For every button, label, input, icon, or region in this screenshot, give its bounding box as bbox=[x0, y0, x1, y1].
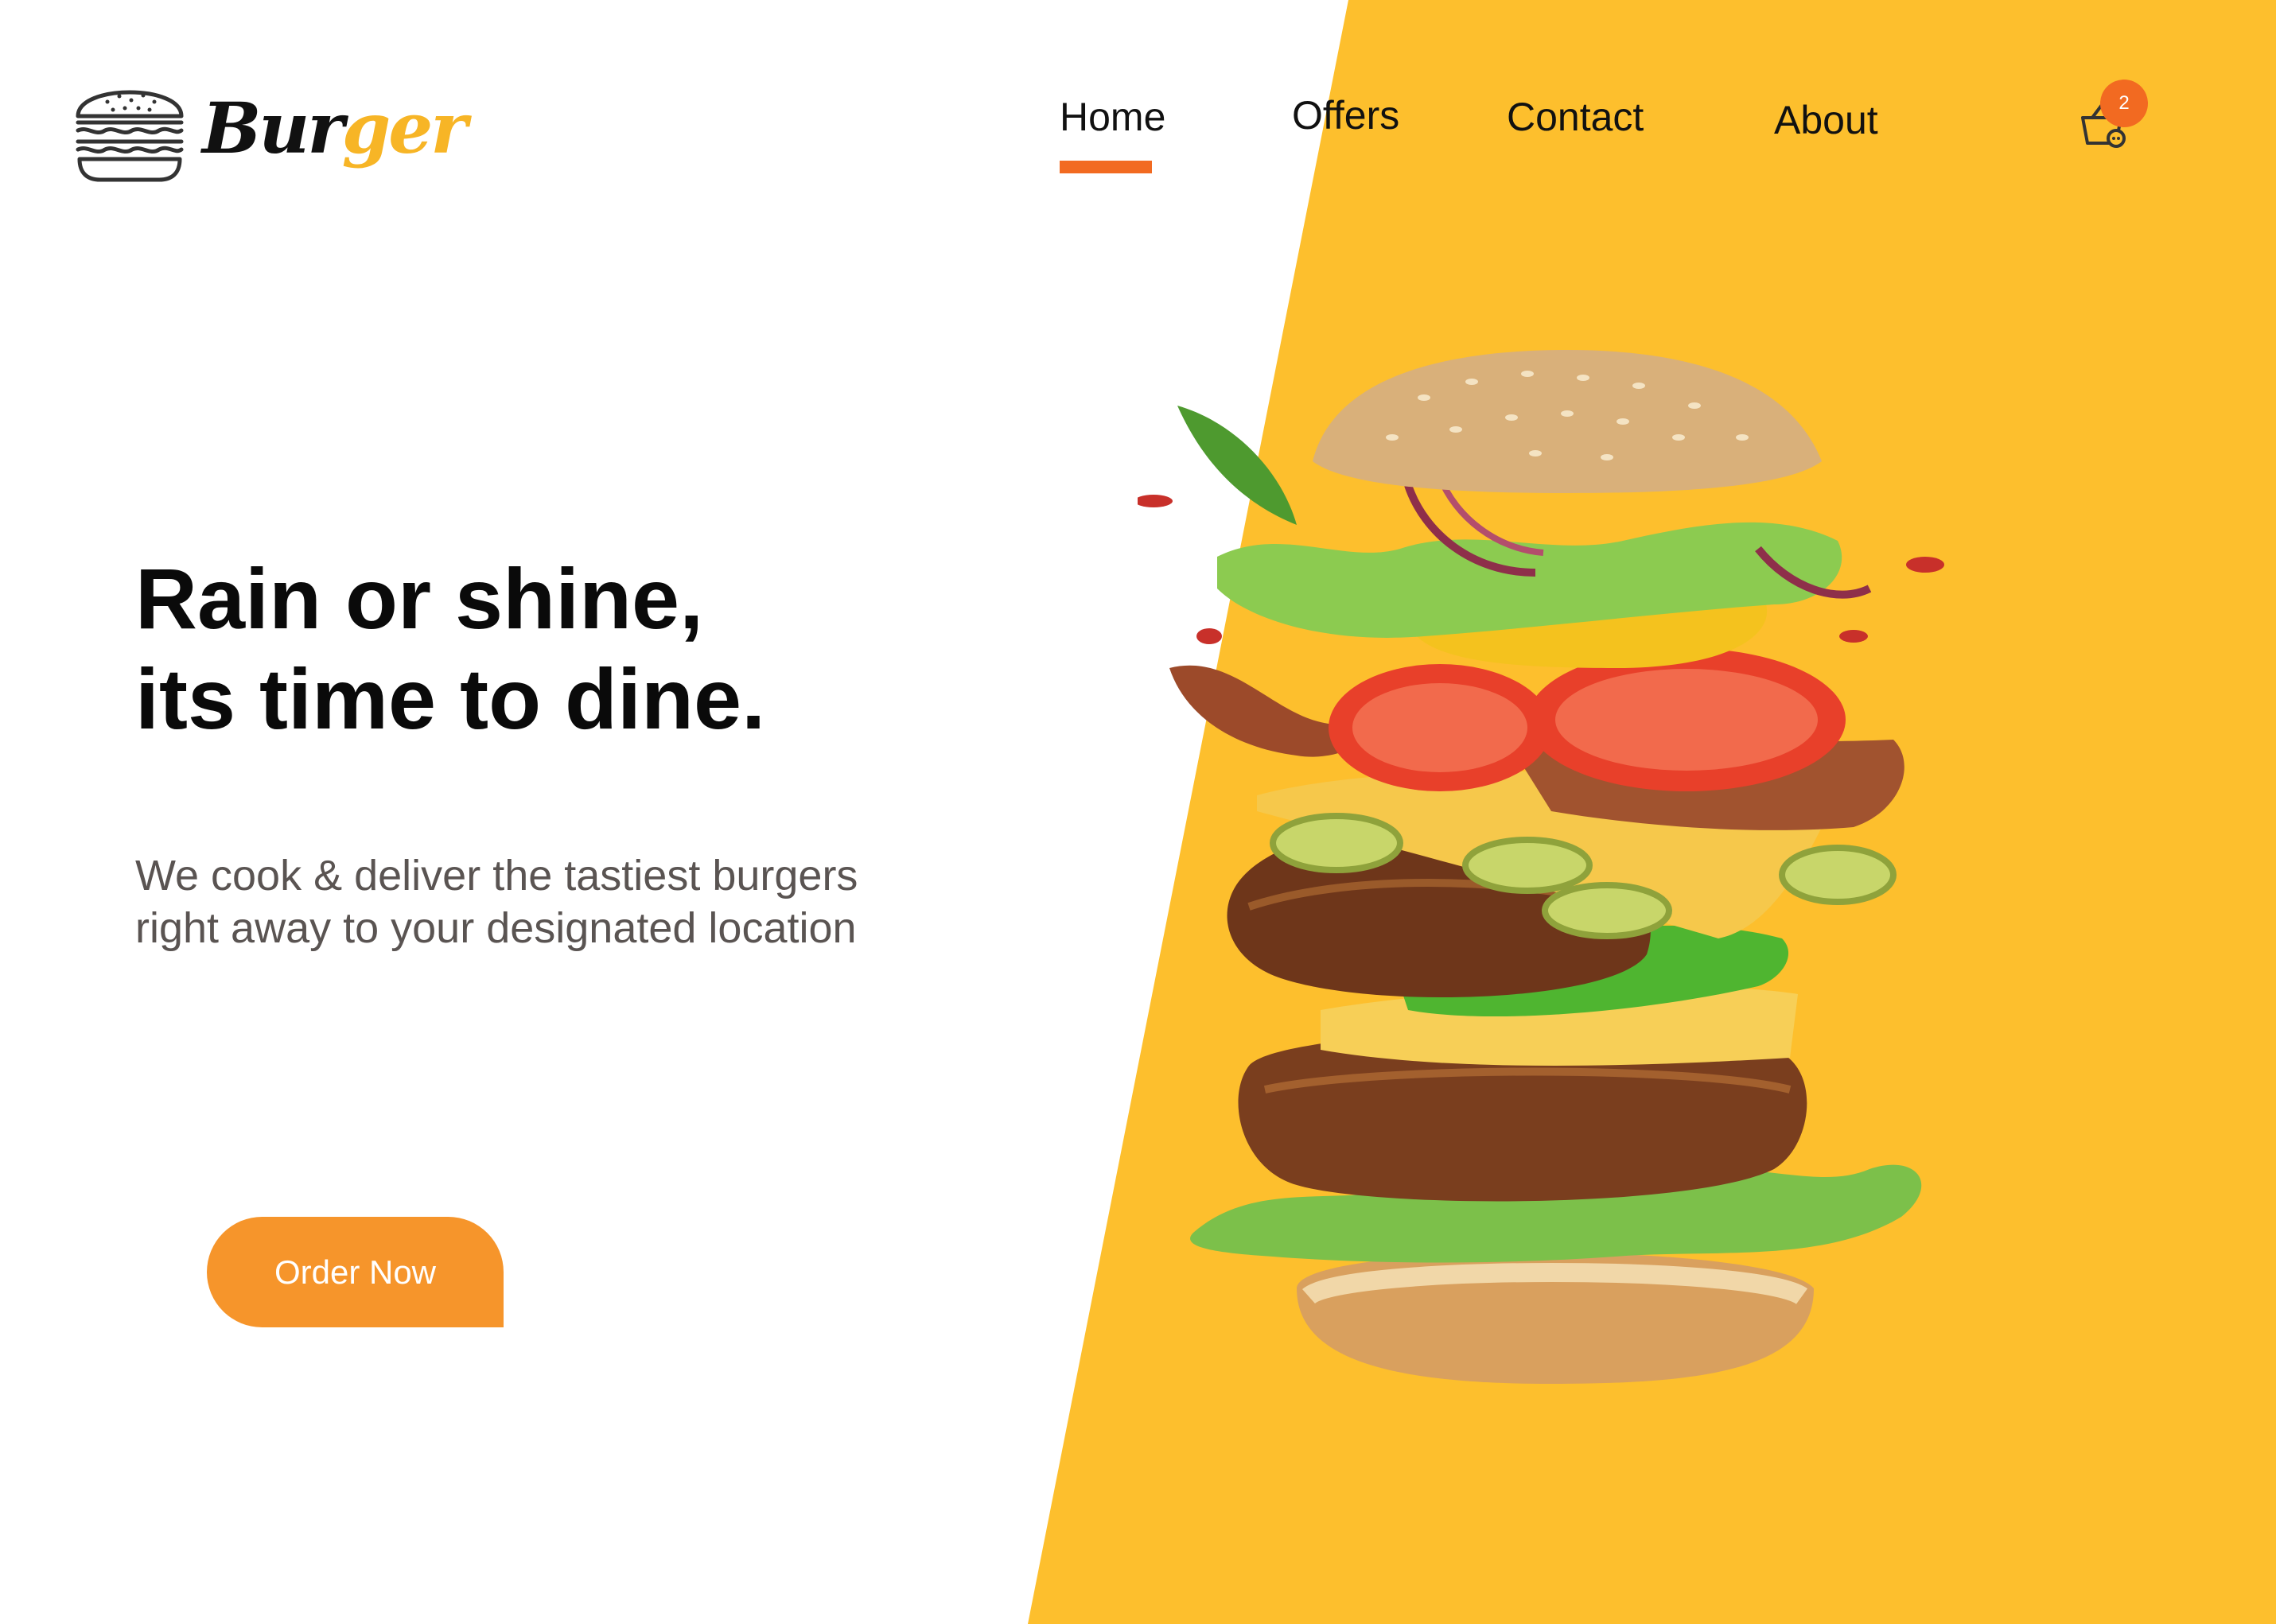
pickle bbox=[1462, 837, 1593, 894]
sauce-drop bbox=[1839, 630, 1868, 643]
brand-logo[interactable]: Burger bbox=[72, 70, 468, 186]
pickle bbox=[1542, 882, 1672, 939]
sauce-drop bbox=[1138, 495, 1173, 507]
nav-item-offers[interactable]: Offers bbox=[1292, 92, 1399, 138]
brand-name-part2: ger bbox=[341, 87, 468, 169]
arugula bbox=[1177, 406, 1297, 525]
top-bun bbox=[1313, 350, 1822, 493]
nav-item-home[interactable]: Home bbox=[1060, 94, 1165, 140]
sauce-drop bbox=[1196, 628, 1222, 644]
sauce-drop bbox=[1906, 557, 1944, 573]
pickle bbox=[1779, 845, 1897, 905]
hero-headline-line1: Rain or shine, bbox=[135, 550, 704, 647]
hero-subtitle: We cook & deliver the tastiest burgers r… bbox=[135, 849, 858, 954]
hero-subtitle-line1: We cook & deliver the tastiest burgers bbox=[135, 852, 858, 899]
hero-subtitle-line2: right away to your designated location bbox=[135, 904, 857, 952]
pickle bbox=[1270, 813, 1403, 873]
cart-button[interactable]: 2 bbox=[2068, 80, 2164, 167]
bacon bbox=[1169, 665, 1360, 757]
nav-item-contact[interactable]: Contact bbox=[1507, 94, 1644, 140]
burger-icon bbox=[76, 90, 184, 182]
brand-name: Burger bbox=[202, 93, 468, 163]
order-now-button[interactable]: Order Now bbox=[207, 1217, 504, 1327]
nav-active-indicator bbox=[1060, 161, 1152, 173]
hero-headline-line2: its time to dine. bbox=[135, 651, 766, 747]
brand-name-part1: Bur bbox=[202, 87, 344, 169]
exploded-burger-image bbox=[1138, 350, 1944, 1384]
hero-headline: Rain or shine, its time to dine. bbox=[135, 549, 765, 749]
cart-count-badge: 2 bbox=[2100, 80, 2148, 127]
nav-item-about[interactable]: About bbox=[1774, 97, 1878, 143]
